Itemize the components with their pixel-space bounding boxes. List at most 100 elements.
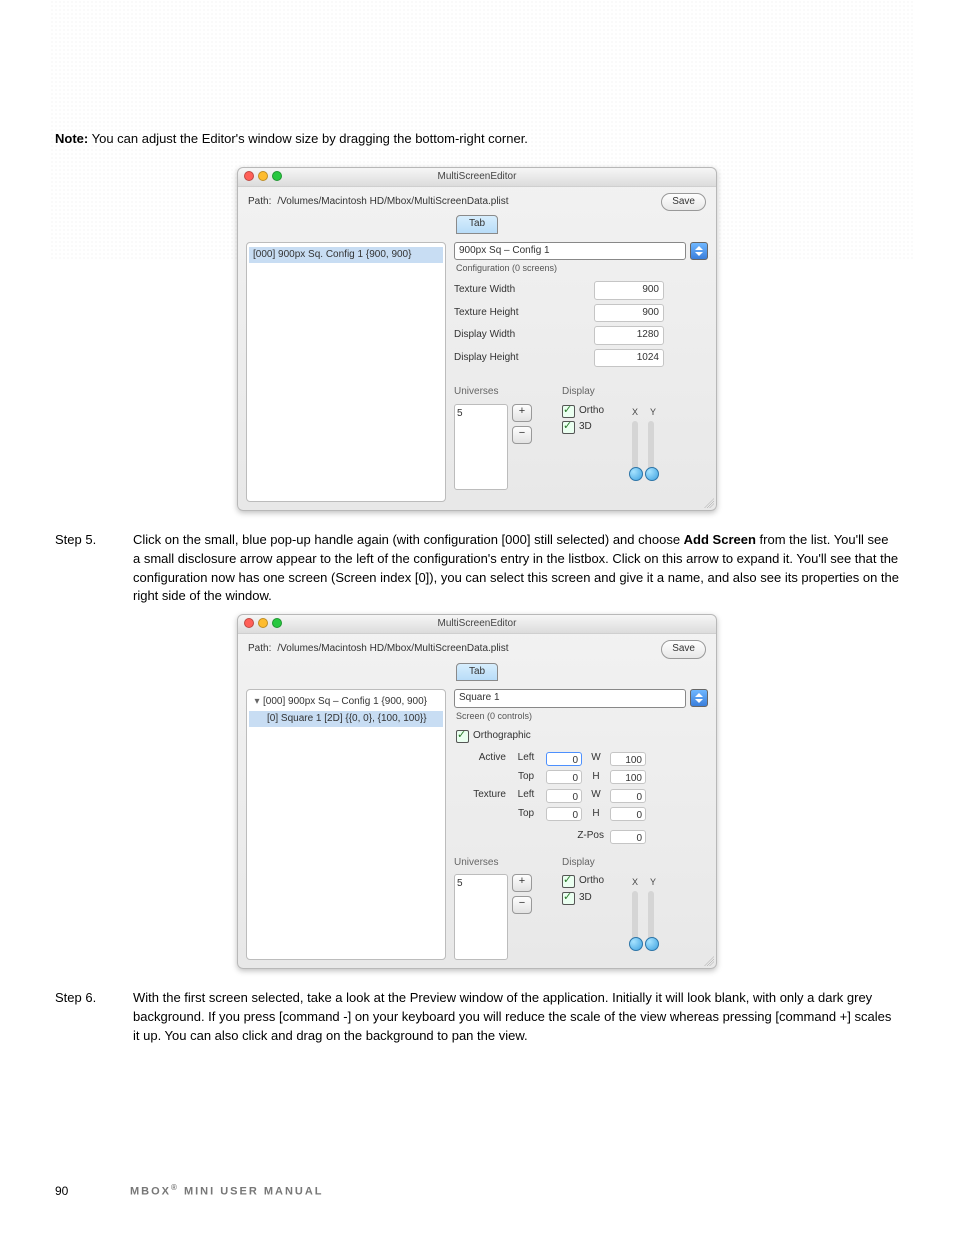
top-label: Top (512, 770, 540, 785)
universes-list[interactable]: 5 (454, 404, 508, 490)
texture-label: Texture (454, 788, 506, 803)
zoom-icon[interactable] (272, 171, 282, 181)
config-name-input[interactable]: 900px Sq – Config 1 (454, 242, 686, 261)
universes-list[interactable]: 5 (454, 874, 508, 960)
popup-handle[interactable] (690, 242, 708, 260)
active-top-value[interactable]: 0 (546, 770, 582, 784)
x-label: X (632, 876, 638, 889)
left-label2: Left (512, 788, 540, 803)
zpos-value[interactable]: 0 (610, 830, 646, 844)
3d-checkbox[interactable] (562, 421, 575, 434)
add-universe-button[interactable]: + (512, 874, 532, 892)
y-label: Y (650, 876, 656, 889)
remove-universe-button[interactable]: − (512, 426, 532, 444)
y-slider[interactable] (648, 421, 654, 481)
add-universe-button[interactable]: + (512, 404, 532, 422)
manual-title: MBOX® MINI USER MANUAL (130, 1182, 324, 1201)
universes-header: Universes (454, 385, 532, 400)
texture-width-value[interactable]: 900 (594, 281, 664, 300)
display-header: Display (562, 856, 656, 871)
editor-window-2: MultiScreenEditor Path: /Volumes/Macinto… (237, 614, 717, 969)
step5-body: Click on the small, blue pop-up handle a… (133, 531, 899, 606)
orthographic-checkbox[interactable] (456, 730, 469, 743)
active-label: Active (454, 751, 506, 766)
resize-handle[interactable] (702, 954, 714, 966)
ortho-label: Ortho (579, 404, 604, 419)
resize-handle[interactable] (702, 496, 714, 508)
note-label: Note: (55, 131, 88, 146)
active-h-value[interactable]: 100 (610, 770, 646, 784)
display-header: Display (562, 385, 656, 400)
minimize-icon[interactable] (258, 171, 268, 181)
popup-handle[interactable] (690, 689, 708, 707)
page-footer: 90 MBOX® MINI USER MANUAL (55, 1182, 899, 1201)
display-width-value[interactable]: 1280 (594, 326, 664, 345)
list-item-parent[interactable]: ▾[000] 900px Sq – Config 1 {900, 900} (249, 694, 443, 711)
display-height-label: Display Height (454, 351, 578, 366)
universe-value[interactable]: 5 (457, 877, 505, 892)
remove-universe-button[interactable]: − (512, 896, 532, 914)
x-label: X (632, 406, 638, 419)
note: Note: You can adjust the Editor's window… (55, 130, 899, 149)
close-icon[interactable] (244, 618, 254, 628)
display-height-value[interactable]: 1024 (594, 349, 664, 368)
texture-top-value[interactable]: 0 (546, 807, 582, 821)
path-label: Path: (248, 195, 271, 210)
ortho-checkbox[interactable] (562, 405, 575, 418)
window-title: MultiScreenEditor (238, 617, 716, 632)
titlebar[interactable]: MultiScreenEditor (238, 168, 716, 187)
save-button[interactable]: Save (661, 193, 706, 212)
3d-checkbox[interactable] (562, 892, 575, 905)
path-value: /Volumes/Macintosh HD/Mbox/MultiScreenDa… (277, 195, 655, 210)
list-item-child[interactable]: [0] Square 1 [2D] {{0, 0}, {100, 100}} (249, 711, 443, 728)
save-button[interactable]: Save (661, 640, 706, 659)
config-listbox[interactable]: ▾[000] 900px Sq – Config 1 {900, 900} [0… (246, 689, 446, 960)
zoom-icon[interactable] (272, 618, 282, 628)
x-slider[interactable] (632, 891, 638, 951)
universes-header: Universes (454, 856, 532, 871)
titlebar[interactable]: MultiScreenEditor (238, 615, 716, 634)
note-text: You can adjust the Editor's window size … (92, 131, 528, 146)
texture-width-label: Texture Width (454, 283, 578, 298)
minimize-icon[interactable] (258, 618, 268, 628)
w-label: W (588, 751, 604, 766)
display-width-label: Display Width (454, 328, 578, 343)
screen-subtitle: Screen (0 controls) (454, 708, 708, 729)
path-label: Path: (248, 642, 271, 657)
3d-label: 3D (579, 891, 592, 906)
orthographic-label: Orthographic (473, 729, 531, 744)
3d-label: 3D (579, 420, 592, 435)
close-icon[interactable] (244, 171, 254, 181)
texture-height-label: Texture Height (454, 306, 578, 321)
config-listbox[interactable]: [000] 900px Sq. Config 1 {900, 900} (246, 242, 446, 502)
y-label: Y (650, 406, 656, 419)
h-label: H (588, 770, 604, 785)
list-item[interactable]: [000] 900px Sq. Config 1 {900, 900} (249, 247, 443, 264)
texture-left-value[interactable]: 0 (546, 789, 582, 803)
texture-h-value[interactable]: 0 (610, 807, 646, 821)
ortho-label: Ortho (579, 874, 604, 889)
tab[interactable]: Tab (456, 215, 498, 234)
universe-value[interactable]: 5 (457, 407, 505, 422)
w-label2: W (588, 788, 604, 803)
active-w-value[interactable]: 100 (610, 752, 646, 766)
disclosure-icon[interactable]: ▾ (253, 695, 261, 710)
path-value: /Volumes/Macintosh HD/Mbox/MultiScreenDa… (277, 642, 655, 657)
screen-name-input[interactable]: Square 1 (454, 689, 686, 708)
active-left-value[interactable]: 0 (546, 752, 582, 766)
ortho-checkbox[interactable] (562, 875, 575, 888)
y-slider[interactable] (648, 891, 654, 951)
h-label2: H (588, 807, 604, 822)
editor-window-1: MultiScreenEditor Path: /Volumes/Macinto… (237, 167, 717, 511)
top-label2: Top (512, 807, 540, 822)
zpos-label: Z-Pos (546, 829, 604, 844)
x-slider[interactable] (632, 421, 638, 481)
texture-w-value[interactable]: 0 (610, 789, 646, 803)
page-number: 90 (55, 1183, 130, 1200)
step6-label: Step 6. (55, 989, 133, 1046)
tab[interactable]: Tab (456, 663, 498, 682)
left-label: Left (512, 751, 540, 766)
step5-label: Step 5. (55, 531, 133, 606)
config-subtitle: Configuration (0 screens) (454, 260, 708, 281)
texture-height-value[interactable]: 900 (594, 304, 664, 323)
